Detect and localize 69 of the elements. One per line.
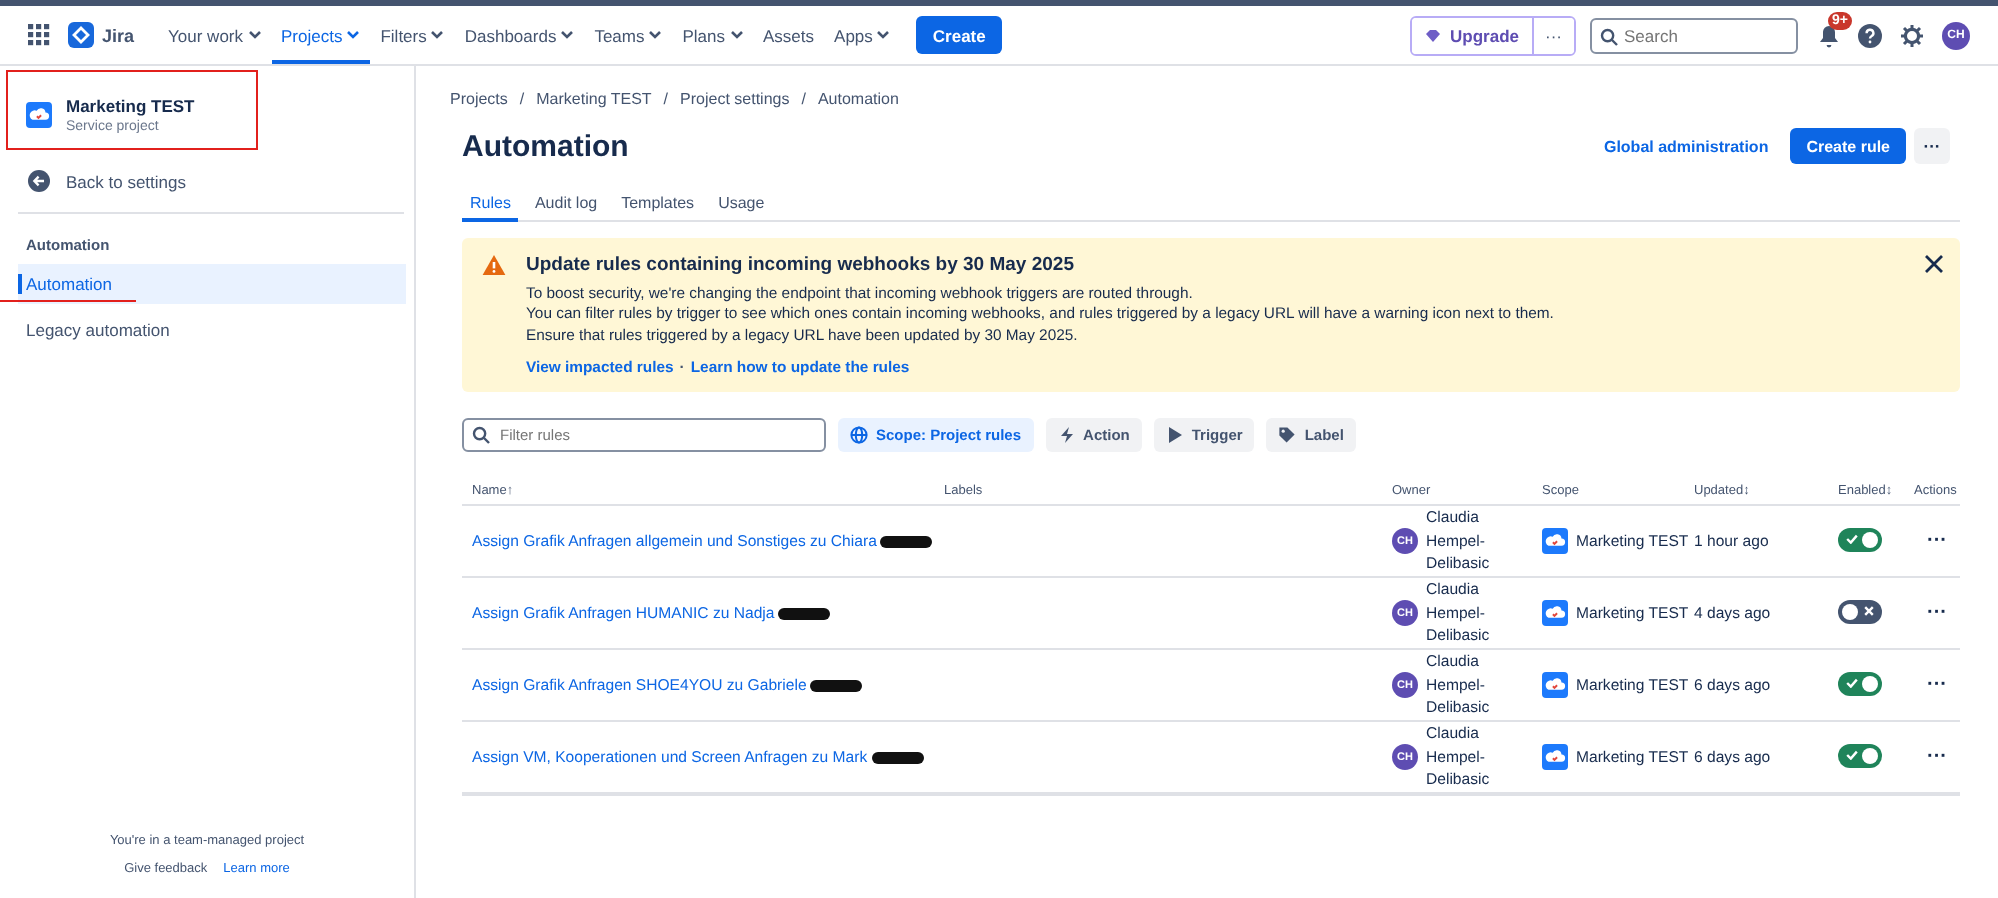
page-title: Automation — [462, 129, 631, 163]
project-icon — [1542, 600, 1568, 626]
caret-icon — [648, 30, 663, 40]
create-button[interactable]: Create — [916, 16, 1002, 54]
product-name: Jira — [102, 25, 135, 45]
gem-icon — [1424, 27, 1443, 43]
sidebar-item[interactable]: Automation — [18, 264, 406, 304]
apps-menu-icon[interactable] — [28, 24, 50, 46]
tab[interactable]: Usage — [710, 194, 773, 222]
breadcrumb-separator: / — [801, 90, 806, 108]
caret-icon — [560, 30, 575, 40]
enabled-toggle[interactable] — [1838, 671, 1882, 695]
project-icon — [1542, 744, 1568, 770]
breadcrumb-separator: / — [519, 90, 525, 108]
back-link[interactable]: Back to settings — [18, 162, 396, 200]
caret-icon — [247, 30, 261, 40]
check-icon — [1846, 534, 1858, 544]
check-icon — [1846, 750, 1858, 760]
warning-icon — [482, 253, 506, 275]
global-administration-link[interactable]: Global administration — [1603, 137, 1769, 155]
caret-icon — [346, 30, 361, 40]
lightning-icon — [1057, 426, 1076, 444]
more-actions-button[interactable]: ··· — [1914, 602, 1960, 624]
more-button[interactable]: ··· — [1531, 17, 1574, 53]
settings-icon[interactable] — [1900, 23, 1924, 47]
nav-menu[interactable]: Dashboards — [454, 6, 585, 64]
project-icon — [1542, 528, 1568, 554]
check-icon — [1846, 678, 1858, 688]
project-icon — [26, 102, 52, 128]
nav-menu[interactable]: Filters — [370, 6, 455, 64]
project-icon — [1542, 672, 1568, 698]
enabled-toggle[interactable] — [1838, 743, 1882, 767]
help-icon[interactable] — [1858, 23, 1882, 47]
more-actions-button[interactable]: ··· — [1914, 674, 1960, 696]
nav-menu[interactable]: Teams — [584, 6, 673, 64]
caret-icon — [729, 30, 744, 40]
caret-icon — [430, 30, 445, 40]
enabled-toggle[interactable] — [1838, 599, 1882, 623]
breadcrumb-link[interactable]: Projects — [450, 90, 508, 108]
globe-icon — [850, 426, 868, 444]
more-actions-button[interactable]: ··· — [1914, 746, 1960, 768]
breadcrumb-separator: / — [663, 90, 669, 108]
tab[interactable]: Rules — [462, 194, 519, 222]
nav-menu[interactable]: Apps — [824, 6, 901, 64]
play-icon — [1165, 426, 1184, 444]
close-icon[interactable] — [1924, 253, 1944, 273]
project-name: Marketing TEST — [66, 96, 195, 116]
cross-icon — [1864, 606, 1874, 616]
jira-logo-icon — [68, 22, 94, 48]
notifications-icon[interactable] — [1818, 23, 1840, 47]
enabled-toggle[interactable] — [1838, 527, 1882, 551]
breadcrumb-link[interactable]: Marketing TEST — [536, 90, 652, 108]
tab[interactable]: Templates — [613, 194, 703, 222]
tag-icon — [1278, 426, 1297, 444]
nav-menu[interactable]: Assets — [753, 6, 825, 64]
sidebar-item[interactable]: Legacy automation — [18, 310, 406, 350]
breadcrumb-link[interactable]: Automation — [817, 90, 899, 108]
banner-title: Update rules containing incoming webhooks by 30 May 2025 — [526, 253, 1076, 275]
search-field[interactable]: Search — [1590, 17, 1798, 53]
more-actions-button[interactable]: ··· — [1914, 530, 1960, 552]
nav-menu[interactable]: Your work — [158, 6, 271, 64]
nav-menu[interactable]: Plans — [672, 6, 754, 64]
breadcrumb-link[interactable]: Project settings — [680, 90, 790, 108]
caret-icon — [876, 30, 891, 40]
nav-menu[interactable]: Projects — [271, 6, 371, 64]
create-rule-button[interactable]: Create rule — [1790, 128, 1906, 164]
tab[interactable]: Audit log — [526, 194, 606, 222]
more-button[interactable]: ··· — [1914, 128, 1950, 164]
back-arrow-icon — [28, 170, 50, 192]
